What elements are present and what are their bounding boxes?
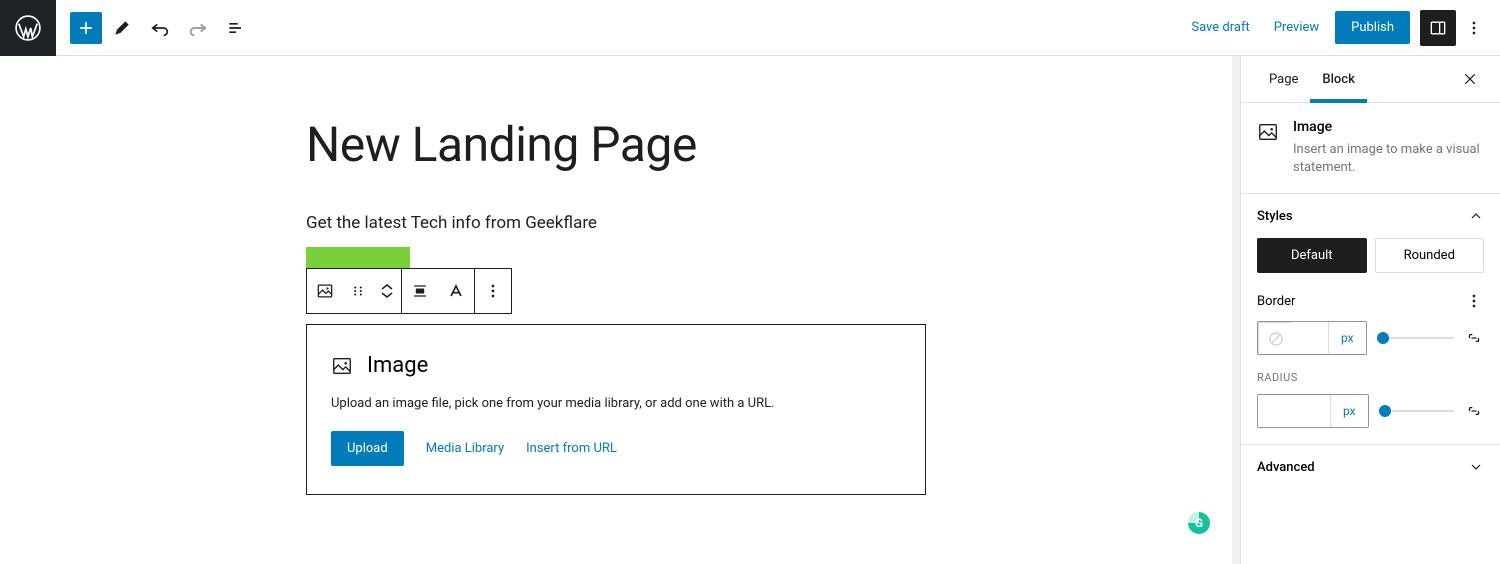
plus-icon [76,18,96,38]
close-icon [1462,71,1478,87]
image-placeholder: Image Upload an image file, pick one fro… [306,324,926,495]
text-over-image-icon [446,281,466,301]
panel-styles-toggle[interactable]: Styles [1241,194,1500,238]
block-type-button[interactable] [307,269,343,313]
undo-icon [149,17,171,39]
publish-button[interactable]: Publish [1335,11,1410,44]
image-icon [331,355,353,377]
paragraph-block[interactable]: Get the latest Tech info from Geekflare [306,213,926,233]
toolbar: Save draft Preview Publish [0,0,1500,56]
editor-canvas[interactable]: New Landing Page Get the latest Tech inf… [0,56,1232,564]
dots-vertical-icon [483,281,503,301]
undo-button[interactable] [142,10,178,46]
scrollbar[interactable] [1232,56,1240,564]
link-icon [1464,328,1484,348]
placeholder-title: Image [367,353,428,378]
radius-input[interactable] [1258,395,1330,427]
chevron-down-icon [1468,459,1484,475]
wordpress-icon [15,15,41,41]
redo-icon [187,17,209,39]
block-name: Image [1293,119,1484,135]
block-toolbar [306,268,512,314]
block-more-button[interactable] [475,269,511,313]
tools-button[interactable] [104,10,140,46]
sidebar-close-button[interactable] [1456,65,1484,93]
wp-logo[interactable] [0,0,56,56]
drag-handle[interactable] [343,269,373,313]
border-color-swatch[interactable] [1258,322,1292,355]
drag-icon [351,284,365,298]
image-icon [315,281,335,301]
move-down-button[interactable] [380,291,394,299]
tab-block[interactable]: Block [1310,56,1366,102]
pencil-icon [112,18,132,38]
align-icon [410,281,430,301]
page-title[interactable]: New Landing Page [306,116,926,173]
add-text-button[interactable] [438,269,474,313]
border-options-button[interactable] [1464,291,1484,311]
grammarly-badge[interactable]: G [1188,512,1210,534]
radius-unit-select[interactable]: px [1330,395,1368,427]
border-width-slider[interactable] [1377,328,1454,348]
border-width-input[interactable] [1292,322,1328,354]
border-label: Border [1257,294,1295,309]
tab-page[interactable]: Page [1257,56,1310,102]
upload-button[interactable]: Upload [331,431,404,466]
list-view-button[interactable] [218,10,254,46]
radius-slider[interactable] [1379,401,1454,421]
dots-vertical-icon [1464,18,1484,38]
panel-label: Styles [1257,209,1293,224]
border-unit-select[interactable]: px [1328,322,1366,354]
image-icon [1257,121,1279,143]
radius-label: RADIUS [1257,371,1484,384]
style-rounded-button[interactable]: Rounded [1375,238,1485,273]
no-color-icon [1267,330,1285,348]
block-description: Insert an image to make a visual stateme… [1293,141,1484,177]
add-block-button[interactable] [70,12,102,44]
style-default-button[interactable]: Default [1257,238,1367,273]
sidebar-icon [1428,18,1448,38]
separator-block[interactable] [306,247,410,269]
insert-from-url-button[interactable]: Insert from URL [526,441,617,456]
align-button[interactable] [402,269,438,313]
sidebar-toggle-button[interactable] [1420,10,1456,46]
move-up-button[interactable] [380,283,394,291]
unlink-radius-button[interactable] [1464,401,1484,421]
list-icon [226,18,246,38]
save-draft-button[interactable]: Save draft [1179,12,1261,43]
preview-button[interactable]: Preview [1262,12,1331,43]
link-icon [1464,401,1484,421]
panel-label: Advanced [1257,460,1315,475]
panel-advanced-toggle[interactable]: Advanced [1241,445,1500,489]
chevron-up-icon [1468,208,1484,224]
settings-sidebar: Page Block Image Insert an image to make… [1240,56,1500,564]
unlink-sides-button[interactable] [1464,328,1484,348]
placeholder-description: Upload an image file, pick one from your… [331,396,901,411]
more-options-button[interactable] [1456,10,1492,46]
redo-button[interactable] [180,10,216,46]
media-library-button[interactable]: Media Library [426,441,504,456]
